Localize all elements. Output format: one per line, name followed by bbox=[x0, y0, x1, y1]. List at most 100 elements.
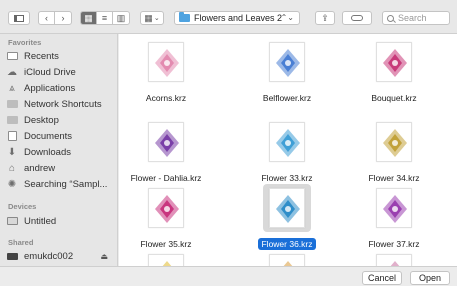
sidebar-item-label: emukdc002 bbox=[24, 250, 74, 262]
smart-folder-icon: ✺ bbox=[7, 178, 17, 190]
embroidery-file-icon bbox=[148, 122, 184, 162]
embroidery-file-icon bbox=[269, 188, 305, 228]
embroidery-file-icon bbox=[376, 122, 412, 162]
search-field[interactable]: Search bbox=[382, 11, 450, 25]
file-item[interactable]: Acorns.krz bbox=[123, 38, 209, 104]
sidebar-item-documents[interactable]: Documents bbox=[6, 129, 116, 143]
sidebar-item-label: Documents bbox=[24, 130, 73, 142]
file-item[interactable]: Flower 33.krz bbox=[244, 118, 330, 184]
file-item[interactable]: Flower - Dahlia.krz bbox=[123, 118, 209, 184]
column-view-button[interactable]: ▥ bbox=[113, 12, 129, 24]
chevron-down-icon: ⌄ bbox=[153, 15, 160, 22]
sidebar-item-andrew[interactable]: ⌂ andrew bbox=[6, 161, 116, 175]
search-icon bbox=[387, 14, 394, 22]
back-button[interactable]: ‹ bbox=[39, 12, 55, 24]
file-item[interactable]: Belflower.krz bbox=[244, 38, 330, 104]
embroidery-file-icon bbox=[376, 42, 412, 82]
file-item[interactable] bbox=[123, 250, 209, 266]
updown-chevron-icon: ⌃⌄ bbox=[280, 13, 294, 22]
arrange-grid-icon: ▦ bbox=[144, 12, 153, 23]
file-thumbnail bbox=[142, 184, 190, 232]
cloud-icon: ☁ bbox=[7, 66, 17, 78]
chevron-right-icon: › bbox=[61, 13, 65, 23]
file-thumbnail bbox=[263, 250, 311, 266]
file-thumbnail bbox=[263, 38, 311, 86]
file-name: Bouquet.krz bbox=[371, 93, 417, 103]
list-icon: ≡ bbox=[101, 13, 108, 23]
path-label: Flowers and Leaves 2 bbox=[194, 13, 283, 23]
file-thumbnail bbox=[263, 118, 311, 166]
icon-view-button[interactable]: ▦ bbox=[81, 12, 97, 24]
list-view-button[interactable]: ≡ bbox=[97, 12, 113, 24]
file-name: Flower 34.krz bbox=[368, 173, 420, 183]
sidebar-item-recents[interactable]: Recents bbox=[6, 49, 116, 63]
search-placeholder: Search bbox=[398, 13, 427, 23]
tag-button[interactable] bbox=[342, 11, 372, 25]
sidebar-section-shared: Shared bbox=[8, 238, 34, 247]
arrange-button[interactable]: ▦ ⌄ bbox=[140, 11, 164, 25]
open-button[interactable]: Open bbox=[410, 271, 450, 285]
nav-buttons: ‹ › bbox=[38, 11, 72, 25]
grid-icon: ▦ bbox=[84, 12, 93, 23]
sidebar-item-searching[interactable]: ✺ Searching “Sampl... bbox=[6, 177, 116, 191]
sidebar-item-label: Network Shortcuts bbox=[24, 98, 102, 110]
sidebar-section-favorites: Favorites bbox=[8, 38, 42, 47]
file-name: Flower - Dahlia.krz bbox=[130, 173, 202, 183]
share-icon: ⇪ bbox=[321, 12, 329, 23]
view-mode-group: ▦ ≡ ▥ bbox=[80, 11, 130, 25]
path-popup[interactable]: Flowers and Leaves 2 ⌃⌄ bbox=[174, 11, 300, 25]
file-grid: Acorns.krz Belflower.krz Bouquet.krz Flower… bbox=[119, 34, 457, 266]
sidebar-item-label: andrew bbox=[24, 162, 56, 174]
file-item[interactable]: Flower 34.krz bbox=[351, 118, 437, 184]
sidebar-item-label: Applications bbox=[24, 82, 76, 94]
sidebar-item-applications[interactable]: ⩓ Applications bbox=[6, 81, 116, 95]
sidebar-item-downloads[interactable]: ⬇ Downloads bbox=[6, 145, 116, 159]
file-item[interactable]: Flower 35.krz bbox=[123, 184, 209, 250]
recents-icon bbox=[6, 51, 18, 61]
folder-icon bbox=[6, 99, 18, 109]
desktop-icon bbox=[6, 115, 18, 125]
toolbar: ‹ › ▦ ≡ ▥ ▦ ⌄ Flowers and Leaves 2 ⌃⌄ ⇪ S… bbox=[0, 0, 457, 34]
file-name: Flower 37.krz bbox=[368, 239, 420, 249]
file-thumbnail bbox=[370, 118, 418, 166]
file-item[interactable]: Bouquet.krz bbox=[351, 38, 437, 104]
file-name: Acorns.krz bbox=[145, 93, 187, 103]
sidebar-item-icloud-drive[interactable]: ☁ iCloud Drive bbox=[6, 65, 116, 79]
sidebar-section-devices: Devices bbox=[8, 202, 37, 211]
embroidery-file-icon bbox=[269, 42, 305, 82]
file-thumbnail bbox=[142, 250, 190, 266]
share-button[interactable]: ⇪ bbox=[315, 11, 335, 25]
sidebar-toggle-button[interactable] bbox=[8, 11, 30, 25]
sidebar-item-label: iCloud Drive bbox=[24, 66, 76, 78]
cancel-button[interactable]: Cancel bbox=[362, 271, 402, 285]
file-item[interactable]: Flower 36.krz bbox=[244, 184, 330, 250]
sidebar-item-label: Desktop bbox=[24, 114, 59, 126]
file-name: Flower 35.krz bbox=[140, 239, 192, 249]
embroidery-file-icon bbox=[148, 188, 184, 228]
file-item[interactable] bbox=[244, 250, 330, 266]
embroidery-file-icon bbox=[148, 254, 184, 266]
sidebar-item-emukdc002[interactable]: emukdc002 ⏏ bbox=[6, 249, 116, 263]
file-item[interactable] bbox=[351, 250, 437, 266]
sidebar: Favorites Recents ☁ iCloud Drive ⩓ Appli… bbox=[0, 34, 118, 266]
file-name: Flower 33.krz bbox=[261, 173, 313, 183]
file-item[interactable]: Flower 37.krz bbox=[351, 184, 437, 250]
tag-icon bbox=[351, 15, 363, 21]
chevron-left-icon: ‹ bbox=[45, 13, 48, 23]
sidebar-item-desktop[interactable]: Desktop bbox=[6, 113, 116, 127]
file-thumbnail bbox=[370, 38, 418, 86]
sidebar-item-untitled[interactable]: Untitled bbox=[6, 214, 116, 228]
applications-icon: ⩓ bbox=[9, 82, 15, 94]
documents-icon bbox=[6, 131, 18, 141]
file-thumbnail bbox=[370, 250, 418, 266]
disk-icon bbox=[6, 216, 18, 226]
sidebar-item-network-shortcuts[interactable]: Network Shortcuts bbox=[6, 97, 116, 111]
embroidery-file-icon bbox=[148, 42, 184, 82]
eject-icon[interactable]: ⏏ bbox=[100, 252, 108, 261]
downloads-icon: ⬇ bbox=[7, 146, 17, 158]
home-icon: ⌂ bbox=[8, 162, 16, 174]
sidebar-item-label: Searching “Sampl... bbox=[24, 178, 108, 190]
embroidery-file-icon bbox=[269, 122, 305, 162]
forward-button[interactable]: › bbox=[55, 12, 71, 24]
file-thumbnail bbox=[370, 184, 418, 232]
